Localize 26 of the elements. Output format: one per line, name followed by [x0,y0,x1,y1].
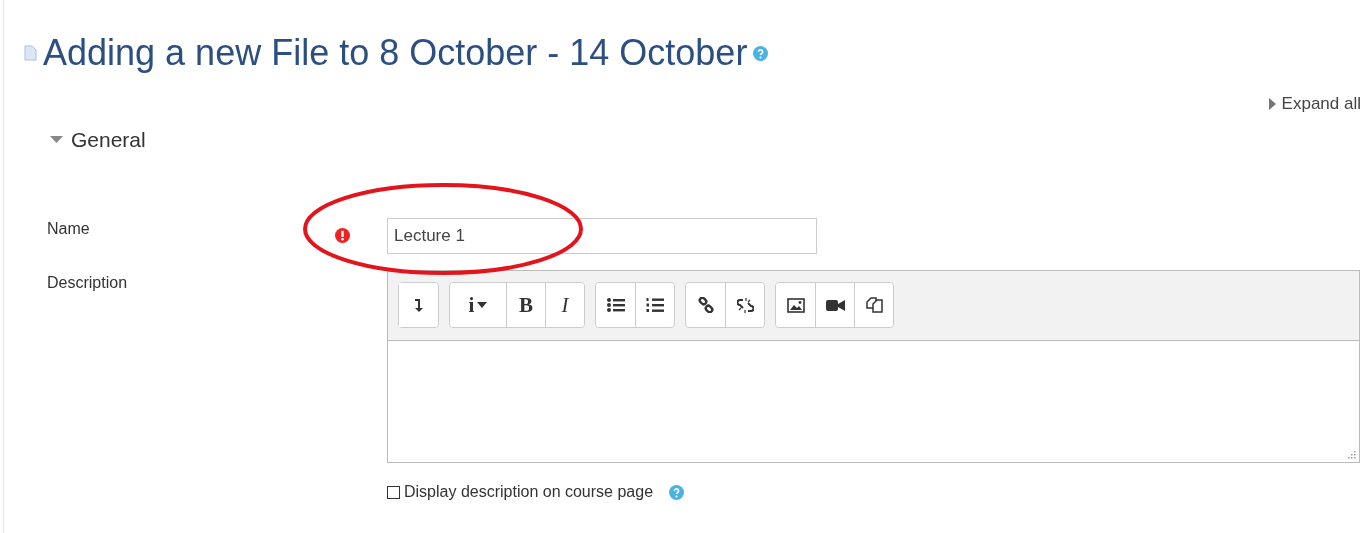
file-icon [24,45,37,61]
caret-icon[interactable] [50,136,63,144]
expand-all-link[interactable]: Expand all [1268,94,1361,114]
bullet-list-icon [606,298,625,312]
numbered-list-icon [646,297,664,313]
toolbar-button[interactable] [635,283,674,327]
broken-link-icon [736,296,754,314]
link-icon [697,297,714,313]
return-arrow-icon [413,298,424,312]
toolbar-button[interactable] [854,283,893,327]
italic-button[interactable]: I [545,283,584,327]
video-camera-icon [825,298,845,312]
field-label: Description [46,273,129,292]
field-label: Name [46,219,91,238]
copy-icon [865,296,883,314]
name-input[interactable]: Lecture 1 [387,218,817,254]
resize-handle-icon [1348,451,1356,459]
section-title[interactable]: General [71,128,146,152]
image-icon [786,297,805,313]
toolbar-button[interactable] [399,283,438,327]
page-title: Adding a new File to 8 October - 14 October [43,32,748,74]
checkbox[interactable] [387,485,400,499]
caret-icon [1268,98,1276,110]
toolbar-button[interactable] [725,283,764,327]
caret-icon [477,302,488,308]
display-description-checkbox[interactable]: Display description on course page [387,483,654,501]
